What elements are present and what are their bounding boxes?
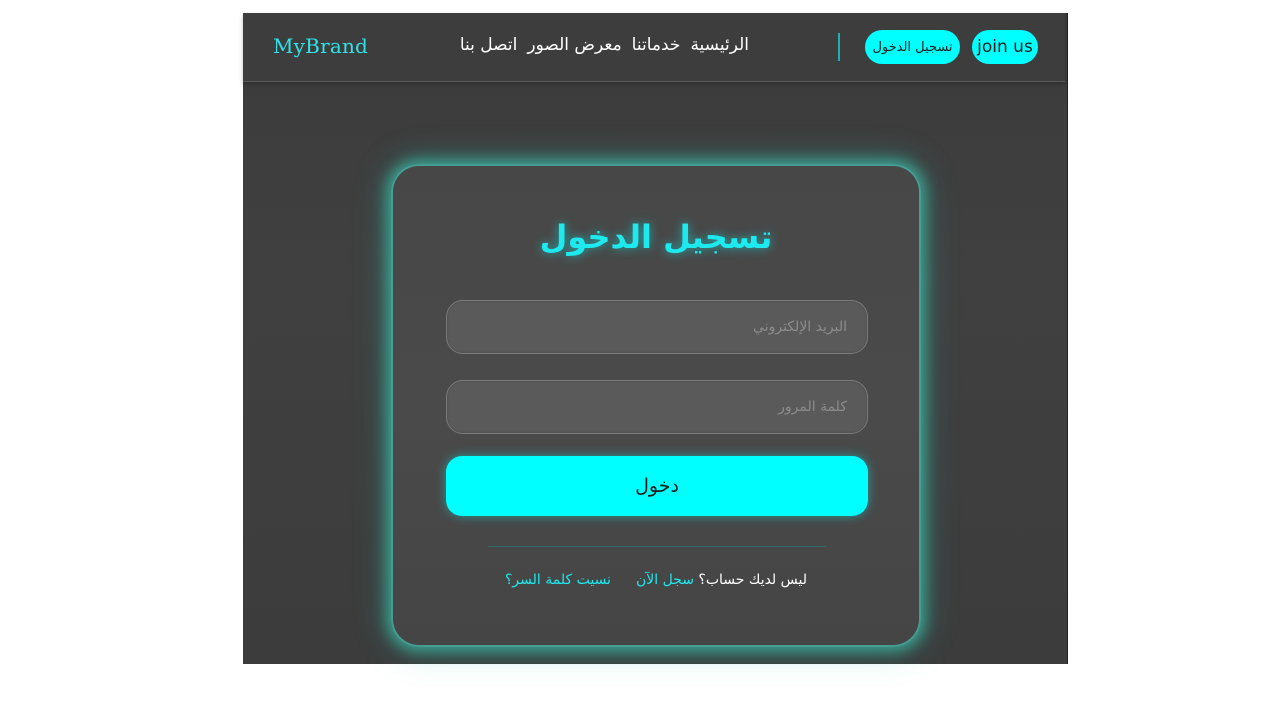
submit-login-button[interactable]: دخول	[446, 456, 868, 516]
nav-divider	[838, 33, 840, 61]
password-input[interactable]	[446, 380, 868, 434]
email-input[interactable]	[446, 300, 868, 354]
register-link[interactable]: سجل الآن	[636, 572, 694, 588]
forgot-password-link[interactable]: نسيت كلمة السر؟	[505, 572, 611, 588]
login-card: تسجيل الدخول دخول ليس لديك حساب؟ سجل الآ…	[391, 164, 921, 647]
page-frame: MyBrand الرئيسية خدماتنا معرض الصور اتصل…	[243, 13, 1068, 664]
no-account-row: ليس لديك حساب؟ سجل الآن	[636, 572, 807, 588]
brand-logo[interactable]: MyBrand	[273, 34, 368, 58]
join-us-button[interactable]: join us	[972, 30, 1038, 64]
nav-link-contact[interactable]: اتصل بنا	[460, 35, 518, 59]
nav-links: الرئيسية خدماتنا معرض الصور اتصل بنا	[443, 35, 749, 59]
nav-link-gallery[interactable]: معرض الصور	[527, 35, 621, 59]
navbar: MyBrand الرئيسية خدماتنا معرض الصور اتصل…	[243, 13, 1065, 82]
nav-login-button[interactable]: تسجيل الدخول	[865, 30, 960, 64]
card-divider	[488, 546, 826, 547]
nav-link-home[interactable]: الرئيسية	[690, 35, 749, 59]
login-title: تسجيل الدخول	[539, 218, 773, 256]
no-account-text: ليس لديك حساب؟	[698, 572, 807, 588]
nav-link-services[interactable]: خدماتنا	[632, 35, 681, 59]
card-footer-links: ليس لديك حساب؟ سجل الآن نسيت كلمة السر؟	[393, 572, 919, 594]
